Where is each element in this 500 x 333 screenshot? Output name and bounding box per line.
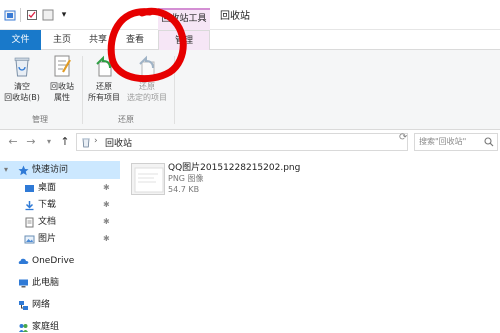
group-separator — [82, 56, 83, 124]
nav-homegroup[interactable]: 家庭组 — [0, 318, 120, 333]
nav-network[interactable]: 网络 — [0, 296, 120, 314]
restore-all-icon — [96, 55, 112, 77]
search-icon — [484, 137, 494, 147]
restore-selected-icon — [139, 55, 155, 77]
address-bar[interactable]: › 回收站 — [76, 133, 408, 151]
empty-bin-icon — [14, 57, 30, 77]
bin-properties-button[interactable]: 回收站 属性 — [44, 54, 80, 103]
nav-desktop[interactable]: 桌面 ✱ — [0, 179, 120, 197]
computer-icon — [19, 279, 28, 288]
nav-pictures[interactable]: 图片 ✱ — [0, 230, 120, 248]
file-name: QQ图片20151228215202.png — [168, 163, 301, 173]
file-type: PNG 图像 — [168, 174, 204, 183]
new-folder-icon[interactable] — [42, 9, 54, 21]
qa-dropdown-icon[interactable]: ▾ — [58, 9, 70, 21]
bin-properties-label: 回收站 属性 — [50, 82, 74, 102]
document-icon — [25, 217, 34, 228]
search-input[interactable]: 搜索"回收站" — [414, 133, 498, 151]
pin-icon[interactable]: ✱ — [103, 179, 110, 197]
restore-selected-label: 还原 选定的项目 — [127, 82, 167, 102]
group-label-manage: 管理 — [32, 115, 48, 124]
restore-selected-button[interactable]: 还原 选定的项目 — [124, 54, 170, 103]
tab-view[interactable]: 查看 — [120, 30, 150, 50]
breadcrumb-separator[interactable]: › — [94, 136, 98, 146]
up-button[interactable]: ↑ — [58, 135, 72, 149]
forward-button[interactable]: → — [24, 135, 38, 149]
empty-recycle-bin-button[interactable]: 清空 回收站(B) — [4, 54, 40, 103]
nav-label: 文档 — [38, 217, 57, 227]
navigation-pane: ▾ 快速访问 桌面 ✱ 下载 ✱ 文档 ✱ 图片 ✱ OneDrive 此电脑 … — [0, 154, 120, 333]
nav-label: 网络 — [32, 300, 51, 310]
expand-chevron-icon[interactable]: ▾ — [4, 161, 8, 179]
window-title: 回收站 — [220, 11, 250, 22]
restore-all-label: 还原 所有项目 — [88, 82, 120, 102]
nav-this-pc[interactable]: 此电脑 — [0, 274, 120, 292]
download-icon — [25, 201, 34, 211]
pin-icon[interactable]: ✱ — [103, 230, 110, 248]
star-icon — [18, 165, 29, 176]
ribbon-tabs: 文件 主页 共享 查看 管理 — [0, 30, 500, 51]
search-placeholder: 搜索"回收站" — [419, 137, 467, 146]
title-bar: ▾ 回收站工具 回收站 — [0, 0, 500, 30]
nav-label: 桌面 — [38, 183, 57, 193]
qa-separator — [20, 8, 21, 22]
desktop-icon — [25, 185, 34, 192]
cloud-icon — [18, 258, 29, 264]
breadcrumb-recycle-bin[interactable]: 回收站 — [105, 136, 132, 149]
homegroup-icon — [19, 324, 28, 332]
properties-icon — [54, 55, 71, 77]
nav-label: 下载 — [38, 200, 57, 210]
file-list: QQ图片20151228215202.png PNG 图像 54.7 KB — [121, 154, 500, 333]
tab-share[interactable]: 共享 — [84, 30, 112, 50]
refresh-icon[interactable]: ⟳ — [399, 132, 407, 143]
pin-icon[interactable]: ✱ — [103, 196, 110, 214]
nav-label: 快速访问 — [32, 165, 69, 175]
nav-downloads[interactable]: 下载 ✱ — [0, 196, 120, 214]
nav-documents[interactable]: 文档 ✱ — [0, 213, 120, 231]
properties-icon[interactable] — [26, 9, 38, 21]
recycle-bin-icon — [82, 138, 90, 148]
nav-label: 图片 — [38, 234, 57, 244]
back-button[interactable]: ← — [6, 135, 20, 149]
nav-quick-access[interactable]: ▾ 快速访问 — [0, 161, 120, 179]
group-separator — [174, 56, 175, 124]
file-size: 54.7 KB — [168, 185, 200, 194]
folder-app-icon[interactable] — [4, 9, 16, 21]
nav-label: OneDrive — [32, 256, 75, 266]
restore-all-button[interactable]: 还原 所有项目 — [84, 54, 124, 103]
address-row: ← → ▾ ↑ › 回收站 ⟳ 搜索"回收站" — [0, 130, 500, 154]
recent-locations-button[interactable]: ▾ — [42, 135, 56, 149]
tab-manage[interactable]: 管理 — [158, 30, 210, 51]
tab-home[interactable]: 主页 — [48, 30, 76, 50]
context-tab-recycle-tools[interactable]: 回收站工具 — [158, 8, 210, 30]
nav-onedrive[interactable]: OneDrive — [0, 252, 120, 270]
nav-label: 此电脑 — [32, 278, 60, 288]
tab-file[interactable]: 文件 — [0, 30, 41, 50]
network-icon — [19, 301, 28, 310]
pin-icon[interactable]: ✱ — [103, 213, 110, 231]
pictures-icon — [24, 235, 35, 244]
nav-label: 家庭组 — [32, 322, 60, 332]
group-label-restore: 还原 — [118, 115, 134, 124]
ribbon-panel: 清空 回收站(B) 回收站 属性 还原 所有项目 还原 选定的项目 管理 还原 — [0, 50, 500, 130]
empty-bin-label: 清空 回收站(B) — [4, 82, 40, 102]
file-thumbnail — [131, 163, 165, 195]
